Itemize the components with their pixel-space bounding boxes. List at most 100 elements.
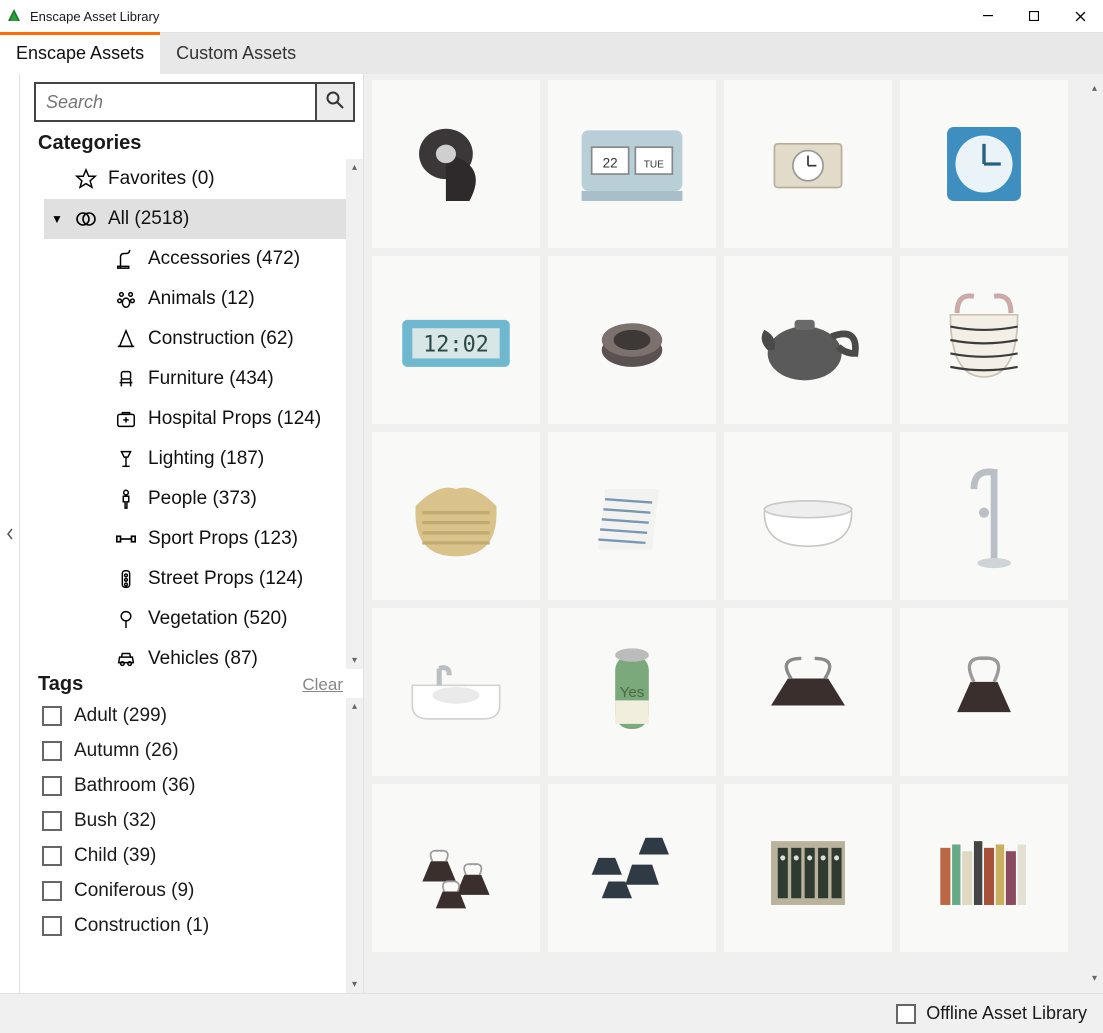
asset-tile[interactable] [900,784,1068,952]
asset-tile[interactable] [372,432,540,600]
asset-tile[interactable] [372,80,540,248]
tag-row[interactable]: Construction (1) [42,908,346,943]
categories-pane: Favorites (0) ▼All (2518)Accessories (472… [20,159,363,669]
tag-checkbox[interactable] [42,706,62,726]
category-accessories[interactable]: Accessories (472) [44,239,346,279]
tree-label: Furniture (434) [148,368,274,390]
category-hospital[interactable]: Hospital Props (124) [44,399,346,439]
people-icon [114,487,138,511]
app-icon [6,8,22,24]
window-maximize-button[interactable] [1011,0,1057,32]
scrollbar-up-icon[interactable]: ▴ [1086,80,1103,97]
tag-row[interactable]: Bathroom (36) [42,768,346,803]
category-lighting[interactable]: Lighting (187) [44,439,346,479]
tag-checkbox[interactable] [42,776,62,796]
tags-heading: Tags [38,673,83,696]
category-vegetation[interactable]: Vegetation (520) [44,599,346,639]
scrollbar-down-icon[interactable]: ▾ [346,976,363,993]
tab-label: Custom Assets [176,43,296,64]
asset-tile[interactable] [724,784,892,952]
tags-list: Adult (299)Autumn (26)Bathroom (36) Bush … [20,698,346,993]
asset-tile[interactable] [724,80,892,248]
svg-text:Yes: Yes [620,684,645,701]
asset-tile[interactable] [372,608,540,776]
tag-row[interactable]: Coniferous (9) [42,873,346,908]
asset-tile[interactable] [724,608,892,776]
categories-scrollbar[interactable]: ▴ ▾ [346,159,363,669]
tag-row[interactable]: Bush (32) [42,803,346,838]
svg-text:22: 22 [603,155,618,170]
category-vehicles[interactable]: Vehicles (87) [44,639,346,669]
asset-tile[interactable] [724,432,892,600]
sidebar: Categories Favorites (0)▼All (2518)Acces… [20,74,364,993]
animals-icon [114,287,138,311]
tree-label: Lighting (187) [148,448,264,470]
categories-tree: Favorites (0) ▼All (2518)Accessories (472… [20,159,346,669]
category-favorites[interactable]: Favorites (0) [44,159,346,199]
tag-checkbox[interactable] [42,846,62,866]
tag-checkbox[interactable] [42,741,62,761]
tag-checkbox[interactable] [42,811,62,831]
category-people[interactable]: People (373) [44,479,346,519]
tag-label: Child (39) [74,845,156,867]
category-street[interactable]: Street Props (124) [44,559,346,599]
tags-clear-button[interactable]: Clear [302,675,343,695]
star-icon [74,167,98,191]
furniture-icon [114,367,138,391]
asset-grid-wrap: 22TUE12:02 Yes ▴ ▾ [364,74,1103,993]
asset-tile[interactable] [900,256,1068,424]
grid-scrollbar[interactable]: ▴ ▾ [1086,80,1103,987]
street-icon [114,567,138,591]
asset-tile[interactable]: 22TUE [548,80,716,248]
category-construction[interactable]: Construction (62) [44,319,346,359]
tag-checkbox[interactable] [42,881,62,901]
tag-checkbox[interactable] [42,916,62,936]
asset-tile[interactable] [900,432,1068,600]
offline-checkbox[interactable] [896,1004,916,1024]
titlebar: Enscape Asset Library [0,0,1103,32]
asset-tile[interactable] [900,80,1068,248]
sidebar-toggle[interactable] [0,74,20,993]
tree-label: Favorites (0) [108,168,215,190]
asset-tile[interactable]: 12:02 [372,256,540,424]
tags-scrollbar[interactable]: ▴ ▾ [346,698,363,993]
window-title: Enscape Asset Library [30,9,159,24]
tab-enscape-assets[interactable]: Enscape Assets [0,33,160,74]
tag-row[interactable]: Autumn (26) [42,733,346,768]
asset-tile[interactable] [548,256,716,424]
asset-tile[interactable] [900,608,1068,776]
asset-tile[interactable] [548,784,716,952]
accessories-icon [114,247,138,271]
asset-tile[interactable] [372,784,540,952]
search-button[interactable] [315,82,355,122]
tag-label: Construction (1) [74,915,209,937]
tag-row[interactable]: Child (39) [42,838,346,873]
category-animals[interactable]: Animals (12) [44,279,346,319]
scrollbar-up-icon[interactable]: ▴ [346,698,363,715]
category-sport[interactable]: Sport Props (123) [44,519,346,559]
tab-custom-assets[interactable]: Custom Assets [160,33,312,74]
vegetation-icon [114,607,138,631]
hospital-icon [114,407,138,431]
tag-label: Bush (32) [74,810,156,832]
offline-label: Offline Asset Library [926,1003,1087,1024]
scrollbar-down-icon[interactable]: ▾ [346,652,363,669]
search-input[interactable] [34,82,315,122]
asset-tile[interactable]: Yes [548,608,716,776]
asset-tile[interactable] [724,256,892,424]
category-furniture[interactable]: Furniture (434) [44,359,346,399]
all-icon [74,207,98,231]
tree-label: Hospital Props (124) [148,408,321,430]
window-close-button[interactable] [1057,0,1103,32]
sport-icon [114,527,138,551]
window-minimize-button[interactable] [965,0,1011,32]
lighting-icon [114,447,138,471]
scrollbar-up-icon[interactable]: ▴ [346,159,363,176]
scrollbar-down-icon[interactable]: ▾ [1086,970,1103,987]
search-icon [325,90,345,114]
tree-label: Vehicles (87) [148,648,258,669]
asset-tile[interactable] [548,432,716,600]
tag-row[interactable]: Adult (299) [42,698,346,733]
category-all[interactable]: ▼All (2518) [44,199,346,239]
content: Categories Favorites (0)▼All (2518)Acces… [0,74,1103,993]
